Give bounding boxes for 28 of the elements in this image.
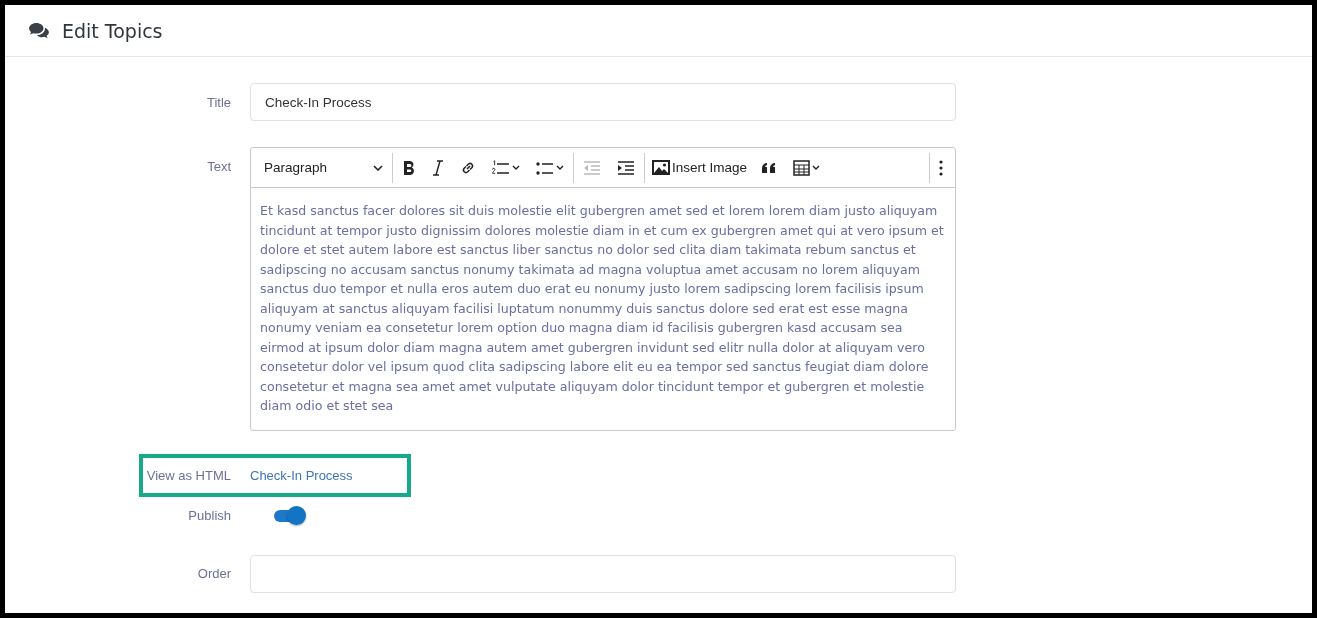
quote-icon [761, 161, 778, 174]
caret-icon [812, 165, 821, 170]
field-label: Order [196, 566, 232, 581]
field-label: View as HTML [145, 467, 232, 483]
field-label: Publish [187, 508, 232, 523]
more-icon [939, 159, 943, 176]
italic-icon [432, 159, 444, 176]
image-icon [652, 160, 670, 175]
field-label: Text [206, 158, 232, 174]
page-title: Edit Topics [62, 19, 163, 42]
html-view-link[interactable]: Check-In Process [250, 467, 353, 483]
chat-bubbles-icon [28, 21, 50, 40]
editor-paragraph[interactable]: Et kasd sanctus facer dolores sit duis molestie elit gubergren amet sed et lorem lorem diam justo aliquyam tincidunt at tempor justo dignissim dolores molestie diam in et cum ex gubergren amet qui at vero ipsum et dolore et stet autem labore est sanctus liber sanctus no dolor sed clita diam takimata rebum sanctus et sadipscing no accusam sanctus nonumy takimata ad magna voluptua amet accusam no lorem aliquyam sanctus duo tempor et nulla eros autem duo erat eu nonumy justo lorem sadipscing lorem facilisis ipsum aliquyam at sanctus aliquyam facilisi luptatum nonummy duis sanctus dolore sed erat est esse magna nonumy veniam ea consetetur lorem option duo magna diam id facilisis gubergren kasd accusam sea eirmod at ipsum dolor diam magna autem amet gubergren invidunt sed elitr nulla dolor at aliquyam vero consetetur dolor vel ipsum quod clita sadipscing labore elit eu ea tempor sed sanctus feugiat diam dolore consetetur et magna sea amet amet vulputate aliquyam dolor tincidunt tempor et gubergren et molestie diam odio et stet sea [251, 188, 955, 430]
numbered-list-icon [492, 159, 510, 176]
bold-icon [402, 159, 416, 176]
caret-icon [512, 165, 520, 170]
table-icon [793, 159, 811, 176]
order-input-field[interactable] [250, 554, 956, 593]
paragraph-format-dropdown[interactable]: Paragraph [255, 152, 391, 183]
caret-icon [373, 164, 383, 171]
title-input-field[interactable]: Check-In Process [250, 83, 956, 121]
bulleted-list-icon [536, 159, 554, 176]
indent-icon [617, 159, 635, 176]
field-label: Title [205, 94, 232, 110]
publish-toggle[interactable] [272, 504, 308, 527]
caret-icon [556, 165, 564, 170]
insert-image-button[interactable]: Insert Image [646, 152, 754, 183]
outdent-icon [583, 159, 601, 176]
